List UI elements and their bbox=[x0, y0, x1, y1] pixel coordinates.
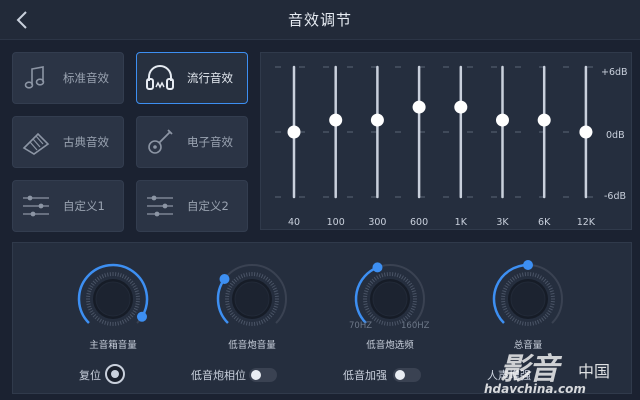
eq-freq-label: 300 bbox=[368, 217, 387, 228]
range-max-label: 160HZ bbox=[401, 321, 430, 331]
eq-slider-1K[interactable] bbox=[454, 65, 468, 199]
knob-2[interactable] bbox=[354, 262, 425, 326]
reset-button[interactable] bbox=[105, 364, 125, 384]
preset-label: 古典音效 bbox=[63, 135, 109, 149]
eq-slider-40[interactable] bbox=[287, 65, 301, 199]
eq-slider-knob[interactable] bbox=[370, 113, 384, 127]
db-label-bottom: -6dB bbox=[604, 191, 627, 202]
db-label-top: +6dB bbox=[601, 67, 628, 78]
sliders-icon bbox=[13, 180, 59, 232]
preset-pop[interactable]: 流行音效 bbox=[136, 52, 248, 104]
preset-custom1[interactable]: 自定义1 bbox=[12, 180, 124, 232]
watermark-site: hdavchina.com bbox=[484, 382, 586, 396]
bass-boost-toggle[interactable] bbox=[393, 368, 421, 382]
range-min-label: 70HZ bbox=[349, 321, 373, 331]
eq-freq-label: 100 bbox=[326, 217, 345, 228]
equalizer-sliders[interactable] bbox=[261, 53, 633, 231]
knob-indicator[interactable] bbox=[136, 311, 147, 322]
preset-label: 标准音效 bbox=[63, 71, 109, 85]
preset-classical[interactable]: 古典音效 bbox=[12, 116, 124, 168]
eq-freq-label: 600 bbox=[410, 217, 429, 228]
eq-freq-label: 1K bbox=[454, 217, 467, 228]
preset-label: 自定义2 bbox=[187, 199, 229, 213]
sub-phase-toggle[interactable] bbox=[249, 368, 277, 382]
eq-slider-knob[interactable] bbox=[496, 113, 509, 127]
preset-label: 电子音效 bbox=[187, 135, 233, 149]
knob-0[interactable] bbox=[77, 263, 149, 326]
bass-boost-label: 低音加强 bbox=[343, 369, 387, 382]
eq-slider-knob[interactable] bbox=[537, 113, 551, 127]
eq-freq-label: 40 bbox=[287, 217, 301, 228]
eq-slider-knob[interactable] bbox=[412, 100, 426, 114]
knob-1[interactable] bbox=[216, 264, 287, 326]
eq-slider-12K[interactable] bbox=[579, 65, 593, 199]
eq-freq-label: 6K bbox=[538, 217, 551, 228]
knob-3[interactable] bbox=[492, 260, 563, 326]
harp-icon bbox=[13, 116, 59, 168]
eq-slider-knob[interactable] bbox=[329, 113, 343, 127]
preset-label: 流行音效 bbox=[187, 71, 233, 85]
preset-standard[interactable]: 标准音效 bbox=[12, 52, 124, 104]
reset-label: 复位 bbox=[79, 369, 101, 382]
equalizer-panel: +6dB 0dB -6dB 40 100 300 600 1K 3K 6K 12K bbox=[260, 52, 632, 230]
page-title: 音效调节 bbox=[287, 11, 352, 29]
preset-label: 自定义1 bbox=[63, 199, 105, 213]
preset-custom2[interactable]: 自定义2 bbox=[136, 180, 248, 232]
eq-freq-label: 3K bbox=[496, 217, 509, 228]
knob-indicator[interactable] bbox=[219, 274, 230, 285]
eq-slider-100[interactable] bbox=[329, 65, 343, 199]
eq-slider-knob[interactable] bbox=[579, 125, 593, 139]
knob-label-sub-volume: 低音炮音量 bbox=[228, 340, 276, 351]
eq-slider-knob[interactable] bbox=[454, 100, 468, 114]
eq-slider-3K[interactable] bbox=[496, 65, 509, 199]
headphones-icon bbox=[137, 52, 183, 104]
sub-phase-label: 低音炮相位 bbox=[191, 369, 246, 382]
sliders-icon bbox=[137, 180, 183, 232]
knob-indicator[interactable] bbox=[523, 260, 533, 270]
eq-freq-label: 12K bbox=[576, 217, 596, 228]
watermark-cn: 中国 bbox=[578, 362, 611, 381]
knob-label-sub-freq: 低音炮选频 bbox=[366, 340, 414, 351]
title-bar: 音效调节 bbox=[0, 0, 640, 40]
knob-indicator[interactable] bbox=[372, 262, 383, 273]
db-label-mid: 0dB bbox=[606, 130, 625, 141]
knob-label-main-volume: 主音箱音量 bbox=[89, 340, 137, 351]
music-note-icon bbox=[13, 52, 59, 104]
guitar-icon bbox=[137, 116, 183, 168]
eq-slider-knob[interactable] bbox=[287, 125, 301, 139]
preset-electronic[interactable]: 电子音效 bbox=[136, 116, 248, 168]
